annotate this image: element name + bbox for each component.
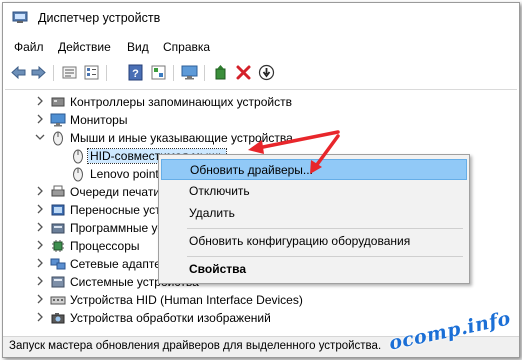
update-driver-icon[interactable] <box>212 64 229 81</box>
properties-icon[interactable] <box>61 64 78 81</box>
toolbar-separator <box>173 65 174 81</box>
update-drivers-menu-item[interactable]: Обновить драйверы... <box>161 159 467 180</box>
printer-icon <box>51 185 65 197</box>
software-device-icon <box>51 223 65 234</box>
tree-item-hid-devices[interactable]: Устройства HID (Human Interface Devices) <box>35 291 335 309</box>
menu-separator <box>187 228 463 229</box>
menu-action[interactable]: Действие <box>58 40 111 54</box>
processor-icon <box>52 240 64 252</box>
title-bar: Диспетчер устройств <box>3 3 519 33</box>
back-arrow-icon[interactable] <box>10 64 27 81</box>
remove-device-icon[interactable] <box>235 64 252 81</box>
menu-view[interactable]: Вид <box>127 40 149 54</box>
monitor-icon[interactable] <box>181 64 198 81</box>
tree-item-label: Устройства HID (Human Interface Devices) <box>70 293 303 307</box>
tree-item-storage-controllers[interactable]: Контроллеры запоминающих устройств <box>35 93 335 111</box>
tree-item-label: Процессоры <box>70 239 140 253</box>
menu-item-label: Отключить <box>189 184 250 198</box>
expand-chevron-icon[interactable] <box>35 276 45 286</box>
tree-item-imaging-devices[interactable]: Устройства обработки изображений <box>35 309 335 327</box>
storage-controller-icon <box>51 97 65 107</box>
tree-item-label: Контроллеры запоминающих устройств <box>70 95 292 109</box>
forward-arrow-icon[interactable] <box>30 64 47 81</box>
expand-chevron-icon[interactable] <box>35 222 45 232</box>
device-manager-icon <box>12 11 28 23</box>
toolbar-separator <box>204 65 205 81</box>
mouse-icon <box>73 149 83 164</box>
expand-chevron-icon[interactable] <box>35 96 45 106</box>
menu-file[interactable]: Файл <box>14 40 44 54</box>
camera-icon <box>51 313 65 324</box>
window-title: Диспетчер устройств <box>38 11 161 25</box>
mouse-icon <box>73 167 83 182</box>
svg-text:?: ? <box>132 68 139 80</box>
expand-chevron-icon[interactable] <box>35 258 45 268</box>
menu-item-label: Обновить драйверы... <box>190 163 313 177</box>
toolbar: ? <box>3 59 519 87</box>
tree-item-label: Устройства обработки изображений <box>70 311 271 325</box>
menu-item-label: Свойства <box>189 262 247 276</box>
expand-chevron-icon[interactable] <box>35 186 45 196</box>
expand-chevron-icon[interactable] <box>35 240 45 250</box>
mouse-icon <box>53 131 63 146</box>
menu-bar: Файл Действие Вид Справка <box>3 36 519 58</box>
toolbar-separator <box>106 65 107 81</box>
menu-item-label: Удалить <box>189 206 235 220</box>
monitor-icon <box>50 113 66 127</box>
properties-menu-item[interactable]: Свойства <box>161 259 467 280</box>
portable-device-icon <box>51 204 65 216</box>
expand-chevron-icon[interactable] <box>35 204 45 214</box>
status-text: Запуск мастера обновления драйверов для … <box>9 340 382 352</box>
tree-item-mice[interactable]: Мыши и иные указывающие устройства <box>35 129 335 147</box>
system-device-icon <box>51 276 65 288</box>
uninstall-menu-item[interactable]: Удалить <box>161 203 467 224</box>
context-menu: Обновить драйверы... Отключить Удалить О… <box>158 154 470 284</box>
menu-help[interactable]: Справка <box>163 40 210 54</box>
expand-chevron-icon[interactable] <box>35 114 45 124</box>
toolbar-separator <box>53 65 54 81</box>
expand-chevron-icon[interactable] <box>35 294 45 304</box>
menu-separator <box>187 256 463 257</box>
tree-item-label: Мониторы <box>70 113 128 127</box>
disable-menu-item[interactable]: Отключить <box>161 181 467 202</box>
scan-hardware-menu-item[interactable]: Обновить конфигурацию оборудования <box>161 231 467 252</box>
tree-item-monitors[interactable]: Мониторы <box>35 111 335 129</box>
help-icon[interactable]: ? <box>127 64 144 81</box>
tree-item-label: Мыши и иные указывающие устройства <box>70 131 293 145</box>
hid-device-icon <box>50 296 66 305</box>
network-adapter-icon <box>50 258 66 270</box>
scan-hardware-icon[interactable] <box>258 64 275 81</box>
collapse-chevron-icon[interactable] <box>35 132 45 142</box>
expand-chevron-icon[interactable] <box>35 312 45 322</box>
tree-item-label: Очереди печати <box>70 185 161 199</box>
list-view-icon[interactable] <box>83 64 100 81</box>
resources-icon[interactable] <box>150 64 167 81</box>
menu-item-label: Обновить конфигурацию оборудования <box>189 234 411 248</box>
